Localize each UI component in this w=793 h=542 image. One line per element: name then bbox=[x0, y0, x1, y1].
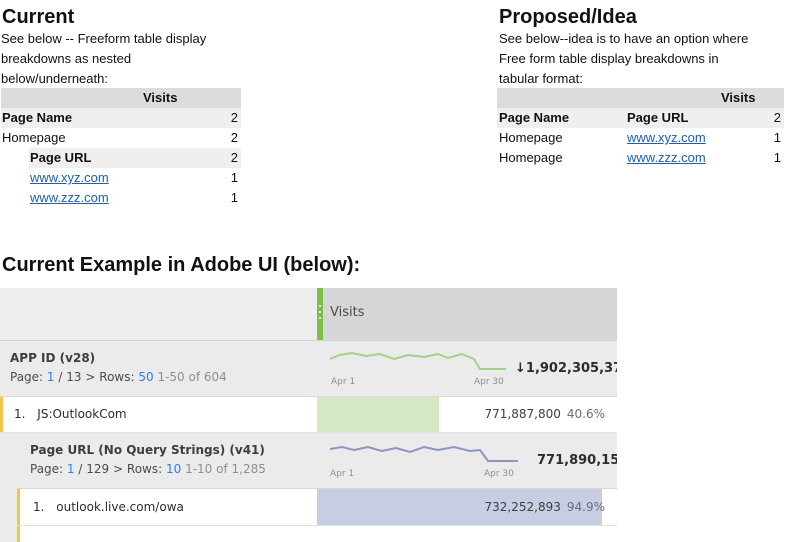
page-separator: / bbox=[78, 462, 83, 476]
current-row-value: 2 bbox=[230, 150, 238, 165]
proposed-header-value: 2 bbox=[773, 110, 781, 125]
page-label: Page: bbox=[30, 462, 64, 476]
next-row-partial bbox=[17, 526, 617, 542]
dimension-title[interactable]: APP ID (v28) bbox=[10, 351, 95, 365]
row-value-percent: 40.6% bbox=[566, 407, 605, 421]
proposed-metric-header: Visits bbox=[497, 88, 784, 108]
table-row[interactable]: 1. outlook.live.com/owa 732,252,893 94.9% bbox=[17, 489, 617, 526]
row-value: 771,887,800 40.6% bbox=[485, 407, 605, 421]
metric-column-label: Visits bbox=[330, 305, 365, 320]
proposed-row-link[interactable]: www.zzz.com bbox=[627, 148, 706, 168]
proposed-col-page-url: Page URL bbox=[627, 110, 689, 125]
sort-down-icon[interactable]: ↓ bbox=[515, 361, 526, 376]
proposed-metric-label: Visits bbox=[721, 90, 756, 105]
dimension-header-page-url: Page URL (No Query Strings) (v41) Page: … bbox=[17, 433, 617, 489]
proposed-row: Homepage www.xyz.com 1 bbox=[497, 128, 784, 148]
row-name: outlook.live.com/owa bbox=[56, 500, 184, 514]
sparkline bbox=[330, 445, 518, 462]
proposed-row-value: 1 bbox=[773, 130, 781, 145]
current-row-value: 2 bbox=[230, 130, 238, 145]
rows-count[interactable]: 50 bbox=[138, 370, 153, 384]
rows-label: Rows: bbox=[126, 462, 163, 476]
rows-count[interactable]: 10 bbox=[166, 462, 181, 476]
proposed-row-value: 1 bbox=[773, 150, 781, 165]
sparkline-end-label: Apr 30 bbox=[474, 377, 504, 387]
sparkline bbox=[330, 351, 506, 370]
row-value-bar bbox=[317, 397, 439, 432]
sparkline-start-label: Apr 1 bbox=[331, 377, 356, 387]
rows-label: Rows: bbox=[99, 370, 135, 384]
row-value-percent: 94.9% bbox=[566, 500, 605, 514]
row-label[interactable]: 1. JS:OutlookCom bbox=[14, 407, 127, 421]
dimension-total-value: 1,902,305,372 bbox=[525, 361, 617, 376]
table-row[interactable]: 1. JS:OutlookCom 771,887,800 40.6% bbox=[0, 397, 617, 433]
row-name: JS:OutlookCom bbox=[37, 407, 127, 421]
row-index: 1. bbox=[14, 407, 26, 421]
proposed-column-header: Page Name Page URL 2 bbox=[497, 108, 784, 128]
current-row-label: Page URL bbox=[30, 150, 92, 165]
sparkline-start-label: Apr 1 bbox=[330, 469, 355, 479]
page-separator: / bbox=[58, 370, 63, 384]
dimension-pagination: Page: 1 / 129 > Rows: 10 1-10 of 1,285 bbox=[30, 462, 266, 476]
row-label[interactable]: 1. outlook.live.com/owa bbox=[33, 500, 184, 514]
current-row: Homepage 2 bbox=[1, 128, 241, 148]
page-current[interactable]: 1 bbox=[47, 370, 55, 384]
current-row: Page Name 2 bbox=[1, 108, 241, 128]
current-row-value: 1 bbox=[230, 170, 238, 185]
current-row: Page URL 2 bbox=[29, 148, 241, 168]
proposed-title: Proposed/Idea bbox=[499, 6, 637, 28]
dimension-total: 771,890,150 bbox=[537, 453, 617, 468]
current-row-value: 1 bbox=[230, 190, 238, 205]
dimension-header-app-id: APP ID (v28) Page: 1 / 13 > Rows: 50 1-5… bbox=[0, 341, 617, 397]
sparkline-end-label: Apr 30 bbox=[484, 469, 514, 479]
freeform-table: Visits APP ID (v28) Page: 1 / 13 > Rows:… bbox=[0, 288, 617, 542]
rows-range: 1-10 of 1,285 bbox=[185, 462, 266, 476]
row-selection-marker bbox=[17, 489, 20, 525]
dimension-title[interactable]: Page URL (No Query Strings) (v41) bbox=[30, 443, 265, 457]
column-drag-handle[interactable] bbox=[317, 288, 323, 340]
row-value-number: 732,252,893 bbox=[484, 500, 561, 514]
rows-range: 1-50 of 604 bbox=[157, 370, 227, 384]
row-value-number: 771,887,800 bbox=[484, 407, 561, 421]
proposed-row-page-name: Homepage bbox=[499, 150, 563, 165]
next-page-icon[interactable]: > bbox=[85, 370, 95, 384]
current-title: Current bbox=[2, 6, 75, 28]
current-row-link[interactable]: www.zzz.com bbox=[30, 188, 109, 208]
table-header-dimension bbox=[0, 288, 317, 341]
current-metric-label: Visits bbox=[143, 90, 178, 105]
proposed-row: Homepage www.zzz.com 1 bbox=[497, 148, 784, 168]
current-metric-header: Visits bbox=[1, 88, 241, 108]
row-value: 732,252,893 94.9% bbox=[485, 500, 605, 514]
proposed-row-page-name: Homepage bbox=[499, 130, 563, 145]
dimension-total: ↓1,902,305,372 bbox=[515, 361, 617, 376]
current-description: See below -- Freeform table display brea… bbox=[1, 31, 207, 86]
proposed-row-link[interactable]: www.xyz.com bbox=[627, 128, 706, 148]
row-index: 1. bbox=[33, 500, 45, 514]
current-row-value: 2 bbox=[230, 110, 238, 125]
metric-column-header[interactable]: Visits bbox=[317, 288, 617, 341]
current-row: www.xyz.com 1 bbox=[29, 168, 241, 188]
breakdown-indent bbox=[0, 433, 17, 542]
row-selection-marker bbox=[17, 526, 20, 542]
next-page-icon[interactable]: > bbox=[113, 462, 123, 476]
current-row: www.zzz.com 1 bbox=[29, 188, 241, 208]
page-total: 13 bbox=[66, 370, 82, 384]
current-row-link[interactable]: www.xyz.com bbox=[30, 168, 109, 188]
current-row-label: Page Name bbox=[2, 110, 73, 125]
example-title: Current Example in Adobe UI (below): bbox=[2, 254, 361, 276]
proposed-description: See below--idea is to have an option whe… bbox=[499, 31, 749, 86]
proposed-col-page-name: Page Name bbox=[499, 110, 570, 125]
row-selection-marker bbox=[0, 397, 3, 432]
dimension-pagination: Page: 1 / 13 > Rows: 50 1-50 of 604 bbox=[10, 370, 227, 384]
page-current[interactable]: 1 bbox=[67, 462, 75, 476]
page-total: 129 bbox=[86, 462, 110, 476]
current-row-label: Homepage bbox=[2, 130, 66, 145]
page-label: Page: bbox=[10, 370, 44, 384]
